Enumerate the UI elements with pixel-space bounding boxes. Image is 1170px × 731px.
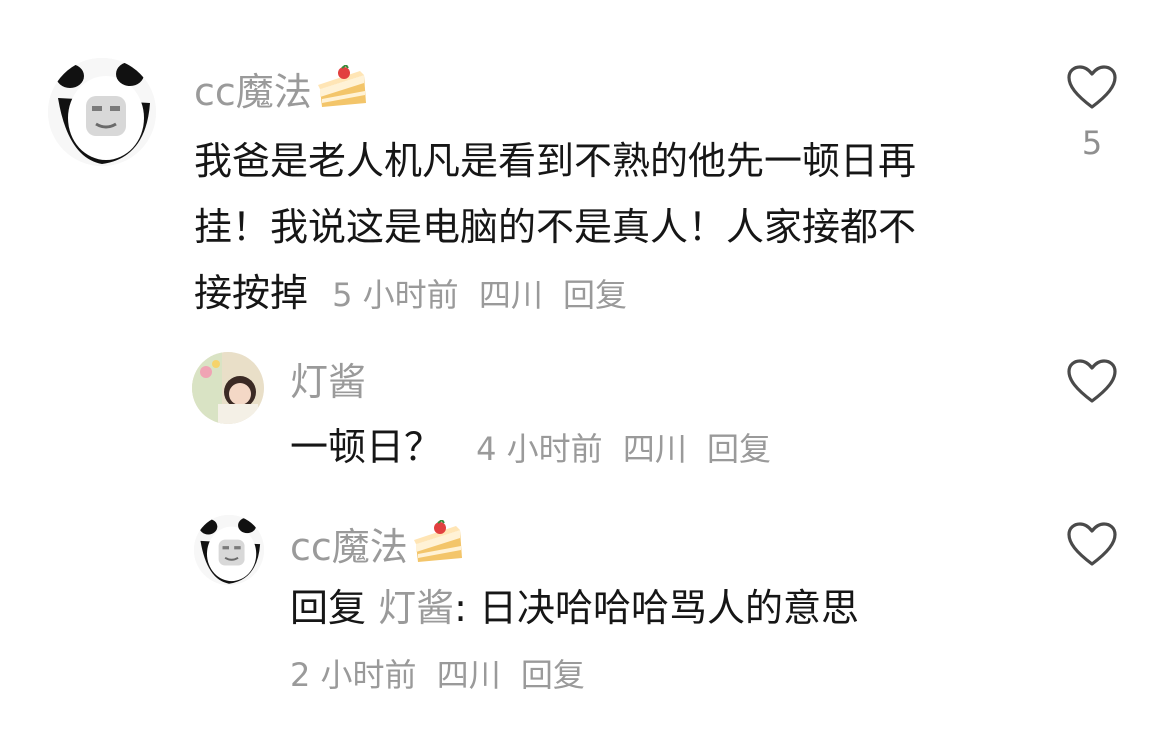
comment-meta: 2 小时前 四川 回复: [290, 651, 595, 699]
comment-item: cc魔法 我爸是老人机凡是看到不熟的他先一顿日再 挂！我说这是电脑的不是真人！人…: [0, 0, 1170, 320]
username-text: cc魔法: [194, 69, 312, 114]
comment-location: 四川: [436, 656, 501, 694]
comment-meta: 5 小时前 四川 回复: [332, 276, 637, 314]
reply-button[interactable]: 回复: [563, 276, 627, 314]
comment-text-line: 我爸是老人机凡是看到不熟的他先一顿日再: [194, 139, 917, 183]
panda-meme-avatar-icon: [48, 58, 156, 166]
comment-location: 四川: [478, 276, 543, 314]
heart-icon: [1067, 522, 1117, 566]
cake-icon: [316, 65, 370, 111]
reply-button[interactable]: 回复: [707, 430, 771, 468]
comment-time: 4 小时前: [476, 430, 603, 468]
user-avatar[interactable]: [194, 515, 264, 585]
user-avatar[interactable]: [192, 352, 264, 424]
username[interactable]: cc魔法: [194, 64, 370, 114]
username-text: 灯酱: [290, 359, 367, 404]
reply-prefix: 回复: [290, 586, 367, 630]
panda-meme-avatar-icon: [194, 515, 264, 585]
like-count: 5: [1081, 124, 1103, 162]
comment-text-line: 挂！我说这是电脑的不是真人！人家接都不: [194, 205, 917, 249]
heart-icon: [1067, 359, 1117, 403]
comment-text-line: 接按掉: [194, 271, 309, 315]
comment-location: 四川: [622, 430, 687, 468]
like-button[interactable]: [1066, 521, 1118, 567]
reply-button[interactable]: 回复: [521, 656, 585, 694]
comment-text: 一顿日？ 4 小时前 四川 回复: [290, 414, 781, 482]
girl-photo-avatar-icon: [192, 352, 264, 424]
username[interactable]: 灯酱: [290, 354, 366, 404]
like-button[interactable]: [1066, 358, 1118, 404]
reply-item: 灯酱 一顿日？ 4 小时前 四川 回复: [0, 340, 1170, 490]
user-avatar[interactable]: [48, 58, 156, 166]
comment-text-last-line: 接按掉 5 小时前 四川 回复: [194, 260, 1034, 328]
comment-text-line: 日决哈哈哈骂人的意思: [466, 586, 860, 630]
like-button[interactable]: 5: [1066, 64, 1118, 162]
reply-target-username[interactable]: 灯酱: [378, 586, 454, 630]
username[interactable]: cc魔法: [290, 519, 466, 569]
heart-icon: [1067, 65, 1117, 109]
comment-text: 回复 灯酱: 日决哈哈哈骂人的意思: [290, 575, 859, 641]
comment-meta: 4 小时前 四川 回复: [476, 430, 781, 468]
reply-colon: :: [454, 586, 467, 630]
reply-item: cc魔法 回复 灯酱: 日决哈哈哈骂人的意思 2 小时前 四川 回复: [0, 505, 1170, 725]
cake-icon: [412, 520, 466, 566]
comment-time: 2 小时前: [290, 656, 417, 694]
comment-time: 5 小时前: [332, 276, 459, 314]
comment-text: 我爸是老人机凡是看到不熟的他先一顿日再 挂！我说这是电脑的不是真人！人家接都不 …: [194, 128, 1034, 328]
comment-text-line: 一顿日？: [290, 425, 443, 469]
username-text: cc魔法: [290, 524, 408, 569]
